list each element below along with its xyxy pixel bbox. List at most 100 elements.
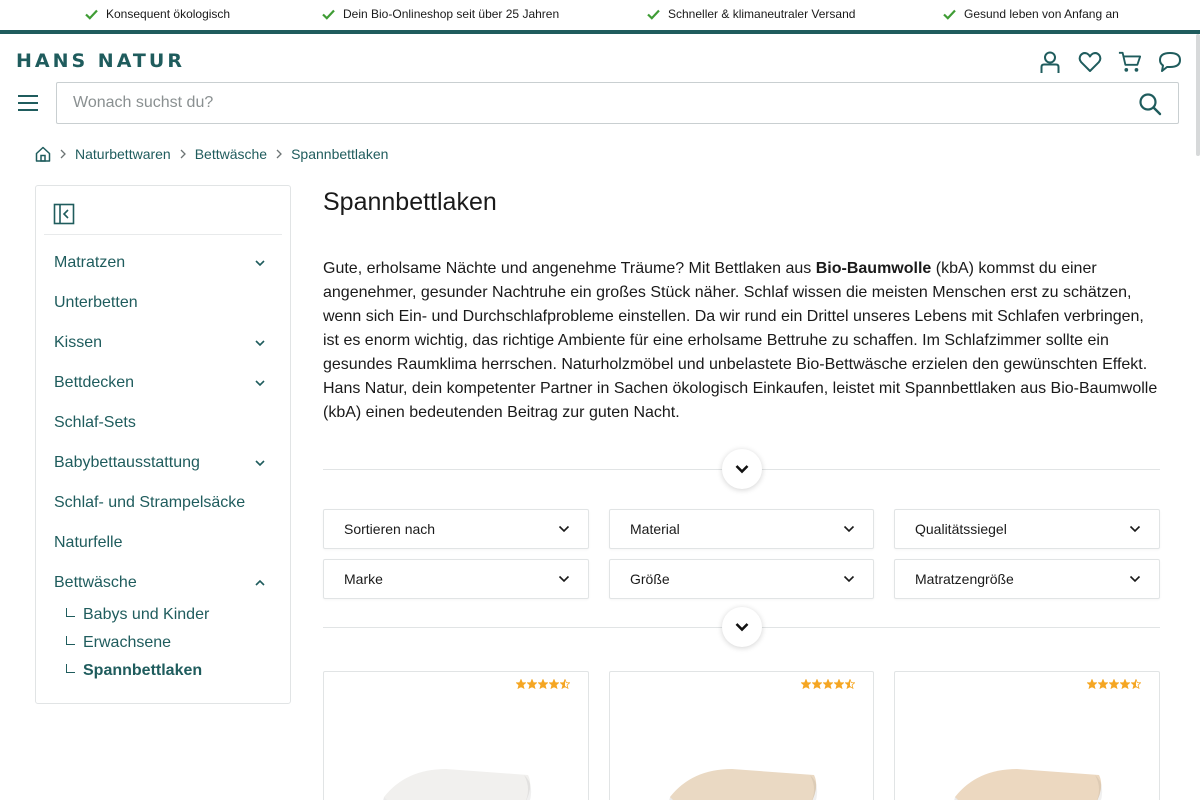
usp-label: Dein Bio-Onlineshop seit über 25 Jahren bbox=[343, 7, 560, 21]
breadcrumb-link[interactable]: Bettwäsche bbox=[195, 146, 267, 162]
sheet-shape bbox=[384, 769, 531, 800]
star-icon bbox=[812, 679, 822, 689]
chevron-right-icon bbox=[276, 149, 283, 159]
chevron-down-icon bbox=[843, 575, 855, 583]
chevron-down-icon bbox=[1129, 525, 1141, 533]
sidebar-item-unterbetten[interactable]: Unterbetten bbox=[54, 291, 266, 315]
chevron-down-icon[interactable] bbox=[254, 257, 266, 269]
filter-quality-seal[interactable]: Qualitätssiegel bbox=[894, 509, 1160, 549]
scrollbar-thumb[interactable] bbox=[1196, 34, 1200, 156]
search-box bbox=[56, 82, 1179, 124]
usp-item: Dein Bio-Onlineshop seit über 25 Jahren bbox=[322, 7, 559, 21]
sidebar-subitem-spannbettlaken[interactable]: Spannbettlaken bbox=[66, 662, 202, 680]
check-icon bbox=[943, 9, 956, 20]
expand-filters-button[interactable] bbox=[722, 607, 762, 647]
search-icon[interactable] bbox=[1138, 92, 1162, 116]
chat-icon[interactable] bbox=[1158, 50, 1182, 74]
sidebar-divider bbox=[44, 234, 282, 235]
page-title: Spannbettlaken bbox=[323, 188, 497, 216]
sidebar-item-label: Bettdecken bbox=[54, 374, 135, 391]
sidebar-subitem-label: Erwachsene bbox=[83, 634, 172, 651]
sidebar-subitem-erwachsene[interactable]: Erwachsene bbox=[66, 634, 171, 652]
breadcrumb-link[interactable]: Naturbettwaren bbox=[75, 146, 171, 162]
star-icon bbox=[845, 679, 855, 689]
sidebar-item-babybettausstattung[interactable]: Babybettausstattung bbox=[54, 451, 266, 475]
product-image[interactable] bbox=[947, 727, 1107, 800]
chevron-down-icon[interactable] bbox=[254, 337, 266, 349]
filter-mattress-size[interactable]: Matratzengröße bbox=[894, 559, 1160, 599]
chevron-down-icon[interactable] bbox=[254, 457, 266, 469]
chevron-down-icon bbox=[558, 525, 570, 533]
sidebar-item-label: Unterbetten bbox=[54, 294, 138, 311]
breadcrumb-current[interactable]: Spannbettlaken bbox=[291, 146, 388, 162]
sidebar-item-label: Matratzen bbox=[54, 254, 126, 271]
product-card[interactable] bbox=[894, 671, 1160, 800]
sidebar-item-label: Babybettausstattung bbox=[54, 454, 200, 471]
star-icon bbox=[1131, 679, 1141, 689]
expand-description-button[interactable] bbox=[722, 449, 762, 489]
star-icon bbox=[1087, 679, 1097, 689]
tree-branch-icon bbox=[66, 663, 75, 673]
sidebar-subitem-label: Babys und Kinder bbox=[83, 606, 210, 623]
rating-stars bbox=[801, 679, 855, 689]
sidebar-subitem-babys-kinder[interactable]: Babys und Kinder bbox=[66, 606, 209, 624]
product-image[interactable] bbox=[662, 727, 822, 800]
description-text: Hans Natur, dein kompetenter Partner in … bbox=[323, 380, 1158, 421]
usp-item: Konsequent ökologisch bbox=[85, 7, 230, 21]
sidebar-item-bettwaesche[interactable]: Bettwäsche bbox=[54, 571, 266, 595]
star-icon bbox=[538, 679, 548, 689]
filter-label: Matratzengröße bbox=[915, 571, 1014, 587]
tree-branch-icon bbox=[66, 635, 75, 645]
check-icon bbox=[647, 9, 660, 20]
chevron-down-icon[interactable] bbox=[254, 377, 266, 389]
sidebar-item-schlafsaecke[interactable]: Schlaf- und Strampelsäcke bbox=[54, 491, 266, 515]
breadcrumb: Naturbettwaren Bettwäsche Spannbettlaken bbox=[35, 146, 388, 162]
sidebar-item-kissen[interactable]: Kissen bbox=[54, 331, 266, 355]
star-icon bbox=[527, 679, 537, 689]
product-card[interactable] bbox=[323, 671, 589, 800]
filter-size[interactable]: Größe bbox=[609, 559, 874, 599]
home-icon[interactable] bbox=[35, 146, 51, 162]
cart-icon[interactable] bbox=[1118, 50, 1142, 74]
chevron-up-icon[interactable] bbox=[254, 577, 266, 589]
usp-label: Konsequent ökologisch bbox=[106, 7, 231, 21]
chevron-down-icon bbox=[1129, 575, 1141, 583]
sheet-shape bbox=[955, 769, 1102, 800]
sidebar-item-schlaf-sets[interactable]: Schlaf-Sets bbox=[54, 411, 266, 435]
collapse-sidebar-icon[interactable] bbox=[53, 203, 75, 225]
check-icon bbox=[322, 9, 335, 20]
header-actions bbox=[1038, 50, 1182, 74]
hamburger-menu-icon[interactable] bbox=[17, 93, 39, 113]
filter-brand[interactable]: Marke bbox=[323, 559, 589, 599]
account-icon[interactable] bbox=[1038, 50, 1062, 74]
sidebar-item-label: Schlaf-Sets bbox=[54, 414, 136, 431]
sidebar-item-label: Bettwäsche bbox=[54, 574, 137, 591]
product-card[interactable] bbox=[609, 671, 874, 800]
search-input[interactable] bbox=[57, 83, 1117, 123]
sidebar-item-label: Naturfelle bbox=[54, 534, 123, 551]
rating-stars bbox=[1087, 679, 1141, 689]
check-icon bbox=[85, 9, 98, 20]
description-text: Gute, erholsame Nächte und angenehme Trä… bbox=[323, 260, 816, 277]
star-icon bbox=[549, 679, 559, 689]
chevron-down-icon bbox=[735, 465, 749, 474]
logo[interactable]: HANS NATUR bbox=[16, 50, 185, 72]
filter-material[interactable]: Material bbox=[609, 509, 874, 549]
sidebar-item-bettdecken[interactable]: Bettdecken bbox=[54, 371, 266, 395]
filter-sort[interactable]: Sortieren nach bbox=[323, 509, 589, 549]
star-icon bbox=[834, 679, 844, 689]
sidebar-item-naturfelle[interactable]: Naturfelle bbox=[54, 531, 266, 555]
usp-bar: Konsequent ökologisch Dein Bio-Onlinesho… bbox=[0, 0, 1200, 30]
category-description: Gute, erholsame Nächte und angenehme Trä… bbox=[323, 257, 1163, 425]
sidebar-item-label: Kissen bbox=[54, 334, 103, 351]
chevron-right-icon bbox=[60, 149, 66, 159]
sidebar-item-matratzen[interactable]: Matratzen bbox=[54, 251, 266, 275]
usp-item: Gesund leben von Anfang an bbox=[943, 7, 1119, 21]
sheet-shape bbox=[670, 769, 817, 800]
wishlist-heart-icon[interactable] bbox=[1078, 50, 1102, 74]
product-image[interactable] bbox=[376, 727, 536, 800]
star-icon bbox=[1109, 679, 1119, 689]
usp-label: Schneller & klimaneutraler Versand bbox=[668, 7, 856, 21]
chevron-right-icon bbox=[180, 149, 186, 159]
filter-label: Sortieren nach bbox=[344, 521, 436, 537]
